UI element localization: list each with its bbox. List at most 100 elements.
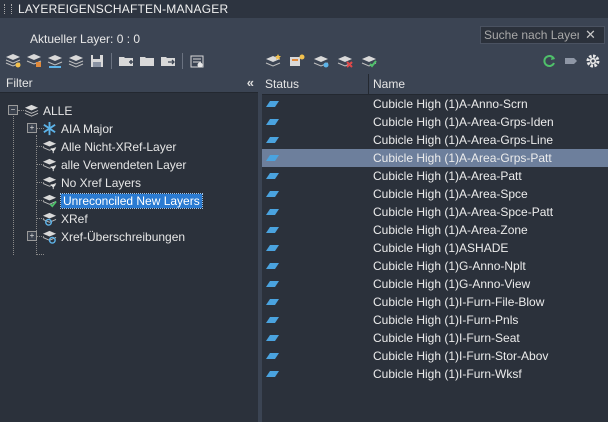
tree-item-xref[interactable]: XRef — [41, 210, 88, 227]
layer-name-cell: Cubicle High (1)I-Furn-Pnls — [373, 313, 519, 327]
layer-state-button[interactable] — [46, 52, 64, 70]
status-cell[interactable] — [262, 172, 369, 180]
status-cell[interactable] — [262, 334, 369, 342]
status-cell[interactable] — [262, 352, 369, 360]
search-box[interactable]: ✕ — [480, 26, 605, 44]
layer-status-icon — [266, 191, 279, 197]
tree-item-no-xref[interactable]: No Xref Layers — [41, 174, 141, 191]
set-current-icon — [361, 56, 377, 68]
filter-header-label: Filter — [6, 76, 33, 90]
tree-item-alle[interactable]: ALLE — [23, 102, 72, 119]
tree-collapse-toggle[interactable]: − — [8, 105, 18, 115]
layer-snowflake-icon — [313, 56, 329, 68]
table-row[interactable]: Cubicle High (1)A-Anno-Scrn — [262, 95, 608, 113]
double-chevron-left-icon[interactable]: « — [247, 75, 254, 90]
table-row[interactable]: Cubicle High (1)I-Furn-File-Blow — [262, 293, 608, 311]
table-row[interactable]: Cubicle High (1)ASHADE — [262, 239, 608, 257]
tree-line — [13, 116, 14, 255]
delete-layer-button[interactable] — [336, 52, 354, 70]
tree-item-unreconciled[interactable]: Unreconciled New Layers — [41, 192, 203, 209]
layer-state-manager-button[interactable] — [67, 52, 85, 70]
set-current-button[interactable] — [360, 52, 378, 70]
delete-layer-state-button[interactable] — [312, 52, 330, 70]
layer-name-cell: Cubicle High (1)I-Furn-Seat — [373, 331, 520, 345]
table-row[interactable]: Cubicle High (1)I-Furn-Pnls — [262, 311, 608, 329]
settings-button[interactable] — [584, 52, 602, 70]
layer-name-cell: Cubicle High (1)A-Area-Patt — [373, 169, 522, 183]
layer-status-icon — [266, 353, 279, 359]
filter-icon — [41, 175, 57, 191]
new-property-filter-button[interactable] — [4, 52, 22, 70]
tree-expand-toggle[interactable]: + — [27, 123, 37, 133]
status-cell[interactable] — [262, 370, 369, 378]
folder-button[interactable] — [138, 52, 156, 70]
status-cell[interactable] — [262, 100, 369, 108]
table-row[interactable]: Cubicle High (1)I-Furn-Wksf — [262, 365, 608, 383]
search-input[interactable] — [484, 28, 579, 42]
drag-grip-icon[interactable] — [4, 4, 12, 14]
table-row[interactable]: Cubicle High (1)A-Area-Spce-Patt — [262, 203, 608, 221]
tree-item-xref-overrides[interactable]: Xref-Überschreibungen — [41, 228, 185, 245]
title-bar[interactable]: LAYEREIGENSCHAFTEN-MANAGER — [0, 0, 608, 18]
close-icon[interactable]: ✕ — [585, 27, 596, 43]
new-layer-frozen-icon — [290, 54, 305, 66]
layer-translate-button[interactable] — [562, 52, 580, 70]
layer-list-panel: Status Name Cubicle High (1)A-Anno-Scrn C… — [262, 74, 608, 422]
status-cell[interactable] — [262, 208, 369, 216]
new-group-filter-button[interactable] — [25, 52, 43, 70]
layer-name-cell: Cubicle High (1)I-Furn-Stor-Abov — [373, 349, 549, 363]
status-cell[interactable] — [262, 190, 369, 198]
table-row[interactable]: Cubicle High (1)A-Area-Grps-Line — [262, 131, 608, 149]
table-row[interactable]: Cubicle High (1)A-Area-Zone — [262, 221, 608, 239]
xref-icon — [41, 211, 57, 227]
refresh-button[interactable] — [540, 52, 558, 70]
table-row[interactable]: Cubicle High (1)G-Anno-View — [262, 275, 608, 293]
status-cell[interactable] — [262, 298, 369, 306]
table-row[interactable]: Cubicle High (1)G-Anno-Nplt — [262, 257, 608, 275]
layer-status-icon — [266, 173, 279, 179]
status-cell[interactable] — [262, 244, 369, 252]
layer-name-cell: Cubicle High (1)G-Anno-View — [373, 277, 531, 291]
status-cell[interactable] — [262, 280, 369, 288]
filter-icon — [41, 139, 57, 155]
filter-toolbar — [0, 50, 206, 72]
column-header-status[interactable]: Status — [262, 74, 369, 94]
layer-status-icon — [266, 371, 279, 377]
table-row[interactable]: Cubicle High (1)A-Area-Spce — [262, 185, 608, 203]
layer-status-icon — [266, 335, 279, 341]
status-cell[interactable] — [262, 118, 369, 126]
tree-item-alle-nicht-xref[interactable]: Alle Nicht-XRef-Layer — [41, 138, 176, 155]
status-cell[interactable] — [262, 154, 369, 162]
table-row[interactable]: Cubicle High (1)A-Area-Patt — [262, 167, 608, 185]
layer-status-icon — [266, 245, 279, 251]
tree-item-aia-major[interactable]: AIA Major — [41, 120, 113, 137]
tree-expand-toggle[interactable]: + — [27, 231, 37, 241]
status-cell[interactable] — [262, 136, 369, 144]
layer-toolbar — [262, 50, 608, 72]
save-state-button[interactable] — [88, 52, 106, 70]
status-cell[interactable] — [262, 226, 369, 234]
status-cell[interactable] — [262, 316, 369, 324]
layer-name-cell: Cubicle High (1)G-Anno-Nplt — [373, 259, 526, 273]
tree-item-label: XRef — [61, 211, 88, 226]
new-folder-button[interactable] — [117, 52, 135, 70]
tree-item-label: No Xref Layers — [61, 175, 142, 190]
tree-item-alle-verwendeten[interactable]: alle Verwendeten Layer — [41, 156, 186, 173]
settings-filter-button[interactable] — [188, 52, 206, 70]
column-header-name[interactable]: Name — [369, 74, 608, 94]
new-layer-button[interactable] — [264, 52, 282, 70]
table-row[interactable]: Cubicle High (1)A-Area-Grps-Iden — [262, 113, 608, 131]
table-row[interactable]: Cubicle High (1)A-Area-Grps-Patt — [262, 149, 608, 167]
status-cell[interactable] — [262, 262, 369, 270]
refresh-icon — [543, 55, 555, 67]
table-row[interactable]: Cubicle High (1)I-Furn-Seat — [262, 329, 608, 347]
toolbar-separator — [182, 53, 183, 69]
layer-name-cell: Cubicle High (1)A-Area-Grps-Line — [373, 133, 554, 147]
new-frozen-layer-button[interactable] — [288, 52, 306, 70]
layer-settings-icon — [190, 55, 204, 68]
layer-status-icon — [266, 317, 279, 323]
table-row[interactable]: Cubicle High (1)I-Furn-Stor-Abov — [262, 347, 608, 365]
move-to-folder-button[interactable] — [159, 52, 177, 70]
gear-icon — [586, 54, 600, 68]
group-filter-icon — [26, 54, 42, 67]
